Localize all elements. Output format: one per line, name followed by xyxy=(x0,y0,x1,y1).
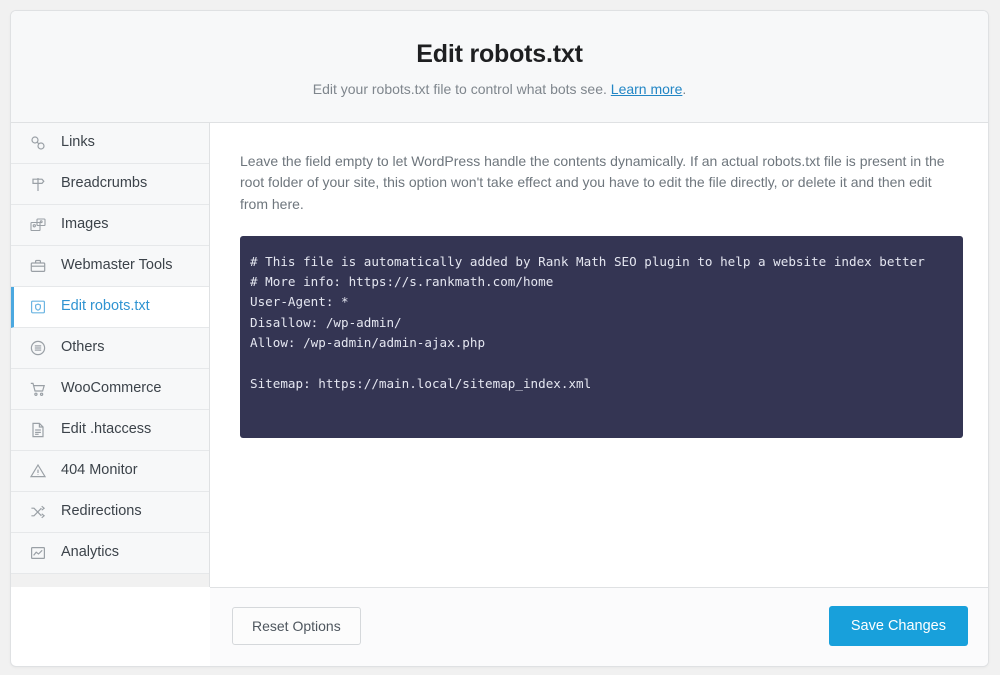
sidebar-item-label: Edit .htaccess xyxy=(61,421,152,438)
settings-sidebar: Links Breadcrumbs Images Webmaster Tools… xyxy=(11,122,210,587)
settings-main-inner: Leave the field empty to let WordPress h… xyxy=(210,123,988,587)
link-icon xyxy=(29,134,47,152)
sidebar-item-label: Webmaster Tools xyxy=(61,257,173,274)
images-icon xyxy=(29,216,47,234)
document-icon xyxy=(29,421,47,439)
sidebar-item-404-monitor[interactable]: 404 Monitor xyxy=(11,450,209,492)
subtitle-text: Edit your robots.txt file to control wha… xyxy=(312,81,611,97)
chart-icon xyxy=(29,544,47,562)
sidebar-item-edit-htaccess[interactable]: Edit .htaccess xyxy=(11,409,209,451)
sidebar-item-label: Breadcrumbs xyxy=(61,175,148,192)
sidebar-item-label: WooCommerce xyxy=(61,380,162,397)
shuffle-icon xyxy=(29,503,47,521)
sidebar-item-label: Links xyxy=(61,134,95,151)
sidebar-item-label: Analytics xyxy=(61,544,120,561)
save-changes-button[interactable]: Save Changes xyxy=(828,605,968,646)
sidebar-item-images[interactable]: Images xyxy=(11,204,209,246)
card-header: Edit robots.txt Edit your robots.txt fil… xyxy=(11,11,988,123)
card-footer: Reset Options Save Changes xyxy=(210,586,988,666)
menu-circle-icon xyxy=(29,339,47,357)
card-body: Links Breadcrumbs Images Webmaster Tools… xyxy=(11,122,988,587)
sidebar-item-others[interactable]: Others xyxy=(11,327,209,369)
cart-icon xyxy=(29,380,47,398)
sidebar-item-redirections[interactable]: Redirections xyxy=(11,491,209,533)
settings-main-panel: Leave the field empty to let WordPress h… xyxy=(210,122,988,587)
robots-shield-icon xyxy=(29,298,47,316)
sidebar-item-edit-robots-txt[interactable]: Edit robots.txt xyxy=(11,286,209,328)
learn-more-link[interactable]: Learn more xyxy=(611,81,683,97)
sidebar-item-webmaster-tools[interactable]: Webmaster Tools xyxy=(11,245,209,287)
page-subtitle: Edit your robots.txt file to control wha… xyxy=(31,80,968,100)
sidebar-item-links[interactable]: Links xyxy=(11,122,209,164)
reset-options-button[interactable]: Reset Options xyxy=(232,606,361,645)
warning-triangle-icon xyxy=(29,462,47,480)
sidebar-item-breadcrumbs[interactable]: Breadcrumbs xyxy=(11,163,209,205)
sidebar-item-label: Redirections xyxy=(61,503,142,520)
robots-txt-editor[interactable]: # This file is automatically added by Ra… xyxy=(240,235,963,438)
sidebar-item-label: Others xyxy=(61,339,105,356)
briefcase-icon xyxy=(29,257,47,275)
sidebar-nav-list: Links Breadcrumbs Images Webmaster Tools… xyxy=(11,122,209,574)
sidebar-item-woocommerce[interactable]: WooCommerce xyxy=(11,368,209,410)
page-title: Edit robots.txt xyxy=(416,40,583,68)
sidebar-filler xyxy=(11,573,209,587)
subtitle-period: . xyxy=(682,81,687,97)
sidebar-item-label: Edit robots.txt xyxy=(61,298,150,315)
sidebar-item-analytics[interactable]: Analytics xyxy=(11,532,209,574)
robots-help-text: Leave the field empty to let WordPress h… xyxy=(240,152,945,212)
settings-card: Edit robots.txt Edit your robots.txt fil… xyxy=(10,10,989,667)
signpost-icon xyxy=(29,175,47,193)
sidebar-item-label: 404 Monitor xyxy=(61,462,138,479)
screen: Edit robots.txt Edit your robots.txt fil… xyxy=(0,0,1000,675)
sidebar-item-label: Images xyxy=(61,216,109,233)
robots-txt-editor-value: # This file is automatically added by Ra… xyxy=(250,253,925,392)
